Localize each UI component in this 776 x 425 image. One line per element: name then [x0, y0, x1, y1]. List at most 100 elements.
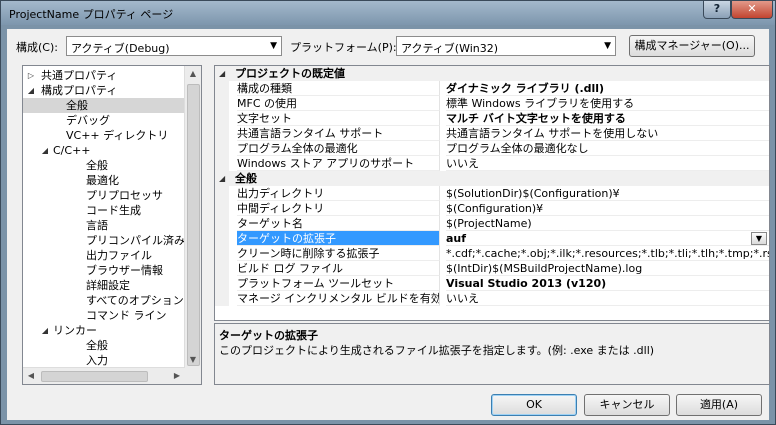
collapse-icon[interactable]: ◢ [40, 143, 50, 158]
scroll-up-icon[interactable]: ▲ [185, 66, 201, 82]
property-name: 文字セット [237, 111, 440, 126]
property-name: ターゲット名 [237, 216, 440, 231]
scroll-down-icon[interactable]: ▼ [185, 352, 201, 368]
tree-item-label: 全般 [66, 99, 88, 112]
apply-button[interactable]: 適用(A) [676, 394, 762, 416]
property-name: ビルド ログ ファイル [237, 261, 440, 276]
platform-select-value: アクティブ(Win32) [401, 42, 499, 55]
platform-select[interactable]: アクティブ(Win32) ▼ [396, 36, 616, 56]
description-title: ターゲットの拡張子 [219, 329, 318, 342]
tree-item[interactable]: ◢ 構成プロパティ [23, 83, 185, 98]
grid-category[interactable]: ◢ プロジェクトの既定値 [215, 66, 769, 81]
tree-item-label: 詳細設定 [86, 279, 130, 292]
grid-gutter [215, 141, 229, 156]
grid-row[interactable]: プラットフォーム ツールセット Visual Studio 2013 (v120) [215, 276, 769, 291]
grid-category[interactable]: ◢ 全般 [215, 171, 769, 186]
grid-gutter [215, 231, 229, 246]
tree-item[interactable]: 言語 [23, 218, 185, 233]
tree-item-label: 全般 [86, 339, 108, 352]
grid-gutter [215, 156, 229, 171]
tree-item[interactable]: 全般 [23, 158, 185, 173]
grid-row[interactable]: マネージ インクリメンタル ビルドを有効に いいえ [215, 291, 769, 306]
collapse-icon[interactable]: ◢ [40, 323, 50, 338]
tree-item-label: プリコンパイル済みヘ [86, 234, 196, 247]
grid-gutter [215, 126, 229, 141]
scroll-left-icon[interactable]: ◀ [23, 368, 39, 384]
collapse-icon[interactable]: ◢ [26, 83, 36, 98]
collapse-icon[interactable]: ◢ [219, 171, 225, 186]
grid-row[interactable]: MFC の使用 標準 Windows ライブラリを使用する [215, 96, 769, 111]
property-value[interactable]: いいえ [446, 156, 769, 171]
scroll-right-icon[interactable]: ▶ [169, 368, 185, 384]
tree-item[interactable]: 出力ファイル [23, 248, 185, 263]
tree-item[interactable]: ブラウザー情報 [23, 263, 185, 278]
tree-item-label: 出力ファイル [86, 249, 152, 262]
property-value[interactable]: $(Configuration)¥ [446, 201, 769, 216]
grid-row[interactable]: ターゲットの拡張子 auf ▼ [215, 231, 769, 246]
tree-item[interactable]: プリコンパイル済みヘ [23, 233, 196, 248]
grid-row[interactable]: ビルド ログ ファイル $(IntDir)$(MSBuildProjectName… [215, 261, 769, 276]
grid-row[interactable]: 構成の種類 ダイナミック ライブラリ (.dll) [215, 81, 769, 96]
property-grid[interactable]: ◢ プロジェクトの既定値 構成の種類 ダイナミック ライブラリ (.dll) MFC の… [214, 65, 770, 321]
grid-gutter [215, 246, 229, 261]
config-manager-button[interactable]: 構成マネージャー(O)... [629, 35, 755, 57]
property-value[interactable]: マルチ バイト文字セットを使用する [446, 111, 769, 126]
tree-item[interactable]: プリプロセッサ [23, 188, 185, 203]
scroll-thumb[interactable] [187, 84, 200, 366]
grid-row[interactable]: Windows ストア アプリのサポート いいえ [215, 156, 769, 171]
tree-item[interactable]: コード生成 [23, 203, 185, 218]
grid-row[interactable]: 共通言語ランタイム サポート 共通言語ランタイム サポートを使用しない [215, 126, 769, 141]
property-value[interactable]: *.cdf;*.cache;*.obj;*.ilk;*.resources;*.… [446, 246, 769, 261]
tree-item[interactable]: デバッグ [23, 113, 185, 128]
property-value[interactable]: 共通言語ランタイム サポートを使用しない [446, 126, 769, 141]
property-value[interactable]: プログラム全体の最適化なし [446, 141, 769, 156]
collapse-icon[interactable]: ◢ [219, 66, 225, 81]
tree-item-label: コマンド ライン [86, 309, 167, 322]
property-value[interactable]: Visual Studio 2013 (v120) [446, 276, 769, 291]
property-value[interactable]: 標準 Windows ライブラリを使用する [446, 96, 769, 111]
tree-item-label: VC++ ディレクトリ [66, 129, 169, 142]
scroll-thumb[interactable] [41, 371, 148, 382]
tree-item[interactable]: 最適化 [23, 173, 185, 188]
property-value[interactable]: $(ProjectName) [446, 216, 769, 231]
expand-icon[interactable]: ▷ [26, 68, 36, 83]
property-value[interactable]: $(SolutionDir)$(Configuration)¥ [446, 186, 769, 201]
chevron-down-icon: ▼ [604, 41, 611, 51]
property-value[interactable]: ダイナミック ライブラリ (.dll) [446, 81, 769, 96]
tree-item[interactable]: 入力 [23, 353, 185, 368]
tree-item[interactable]: VC++ ディレクトリ [23, 128, 185, 143]
grid-row[interactable]: 中間ディレクトリ $(Configuration)¥ [215, 201, 769, 216]
close-button[interactable]: ✕ [731, 1, 773, 19]
tree-vertical-scrollbar[interactable]: ▲ ▼ [184, 66, 201, 384]
tree-item[interactable]: 全般 [23, 338, 185, 353]
tree-item-label: デバッグ [66, 114, 110, 127]
property-name: マネージ インクリメンタル ビルドを有効に [237, 291, 440, 306]
grid-row[interactable]: 出力ディレクトリ $(SolutionDir)$(Configuration)¥ [215, 186, 769, 201]
grid-row[interactable]: プログラム全体の最適化 プログラム全体の最適化なし [215, 141, 769, 156]
tree-item[interactable]: すべてのオプション [23, 293, 185, 308]
tree-item[interactable]: ◢ リンカー [23, 323, 185, 338]
grid-row[interactable]: ターゲット名 $(ProjectName) [215, 216, 769, 231]
tree-item[interactable]: ▷ 共通プロパティ [23, 68, 185, 83]
tree-item[interactable]: ◢ C/C++ [23, 143, 185, 158]
property-value[interactable]: いいえ [446, 291, 769, 306]
property-value[interactable]: $(IntDir)$(MSBuildProjectName).log [446, 261, 769, 276]
tree-item-label: 構成プロパティ [41, 84, 118, 97]
cancel-button[interactable]: キャンセル [584, 394, 670, 416]
property-tree[interactable]: デバッグマニフェスト ファイル入力全般◢リンカーコマンド ラインすべてのオプショ… [22, 65, 202, 385]
config-select-value: アクティブ(Debug) [71, 42, 170, 55]
grid-row[interactable]: クリーン時に削除する拡張子 *.cdf;*.cache;*.obj;*.ilk;*… [215, 246, 769, 261]
property-value[interactable]: auf [446, 231, 769, 246]
help-button[interactable]: ? [703, 1, 731, 19]
config-select[interactable]: アクティブ(Debug) ▼ [66, 36, 282, 56]
grid-row[interactable]: 文字セット マルチ バイト文字セットを使用する [215, 111, 769, 126]
tree-item[interactable]: 全般 [23, 98, 185, 113]
tree-item-label: リンカー [53, 324, 97, 337]
tree-horizontal-scrollbar[interactable]: ◀ ▶ [23, 367, 185, 384]
tree-item[interactable]: コマンド ライン [23, 308, 185, 323]
tree-item-label: 共通プロパティ [41, 69, 118, 82]
ok-button[interactable]: OK [491, 394, 577, 416]
tree-item[interactable]: 詳細設定 [23, 278, 185, 293]
title-bar[interactable]: ProjectName プロパティ ページ ? ✕ [1, 1, 775, 25]
chevron-down-icon[interactable]: ▼ [751, 232, 767, 245]
